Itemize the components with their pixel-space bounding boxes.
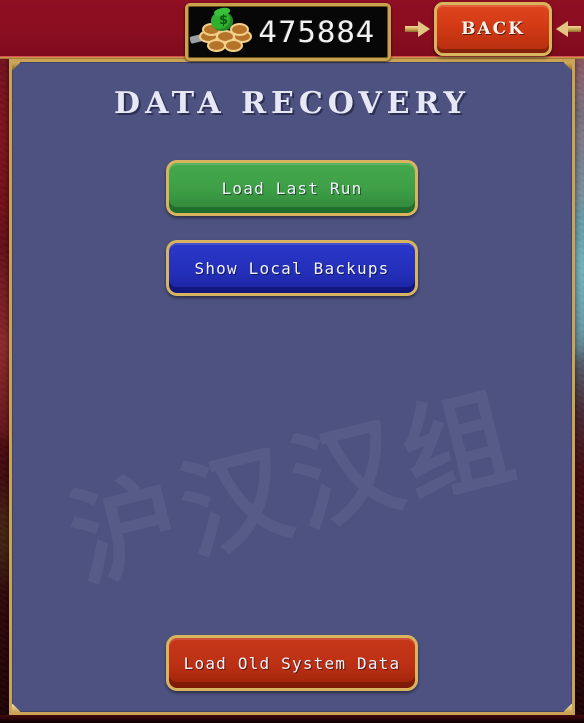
panel-corner-top-right [563, 62, 572, 71]
arrow-left-icon [555, 21, 581, 37]
game-screen: $ 475884 BACK 沪汉汉组 DATA RECOVERY Load La… [0, 0, 584, 723]
show-local-backups-button[interactable]: Show Local Backups [166, 240, 418, 296]
coin-pile-icon: $ [189, 5, 252, 54]
panel-watermark: 沪汉汉组 [57, 372, 531, 606]
money-counter: $ 475884 [185, 3, 391, 61]
load-last-run-button[interactable]: Load Last Run [166, 160, 418, 216]
load-old-system-data-button[interactable]: Load Old System Data [166, 635, 418, 691]
panel-corner-top-left [12, 62, 21, 71]
panel-corner-bottom-left [12, 703, 21, 712]
back-button-group: BACK [405, 2, 581, 56]
back-button[interactable]: BACK [434, 2, 552, 56]
dollar-sign-glyph: $ [219, 13, 229, 28]
bottom-strip [0, 715, 584, 723]
money-value: 475884 [258, 15, 376, 49]
arrow-right-icon [405, 21, 431, 37]
panel-corner-bottom-right [563, 703, 572, 712]
page-title: DATA RECOVERY [114, 86, 470, 121]
data-recovery-panel: 沪汉汉组 DATA RECOVERY Load Last Run Show Lo… [9, 59, 575, 715]
